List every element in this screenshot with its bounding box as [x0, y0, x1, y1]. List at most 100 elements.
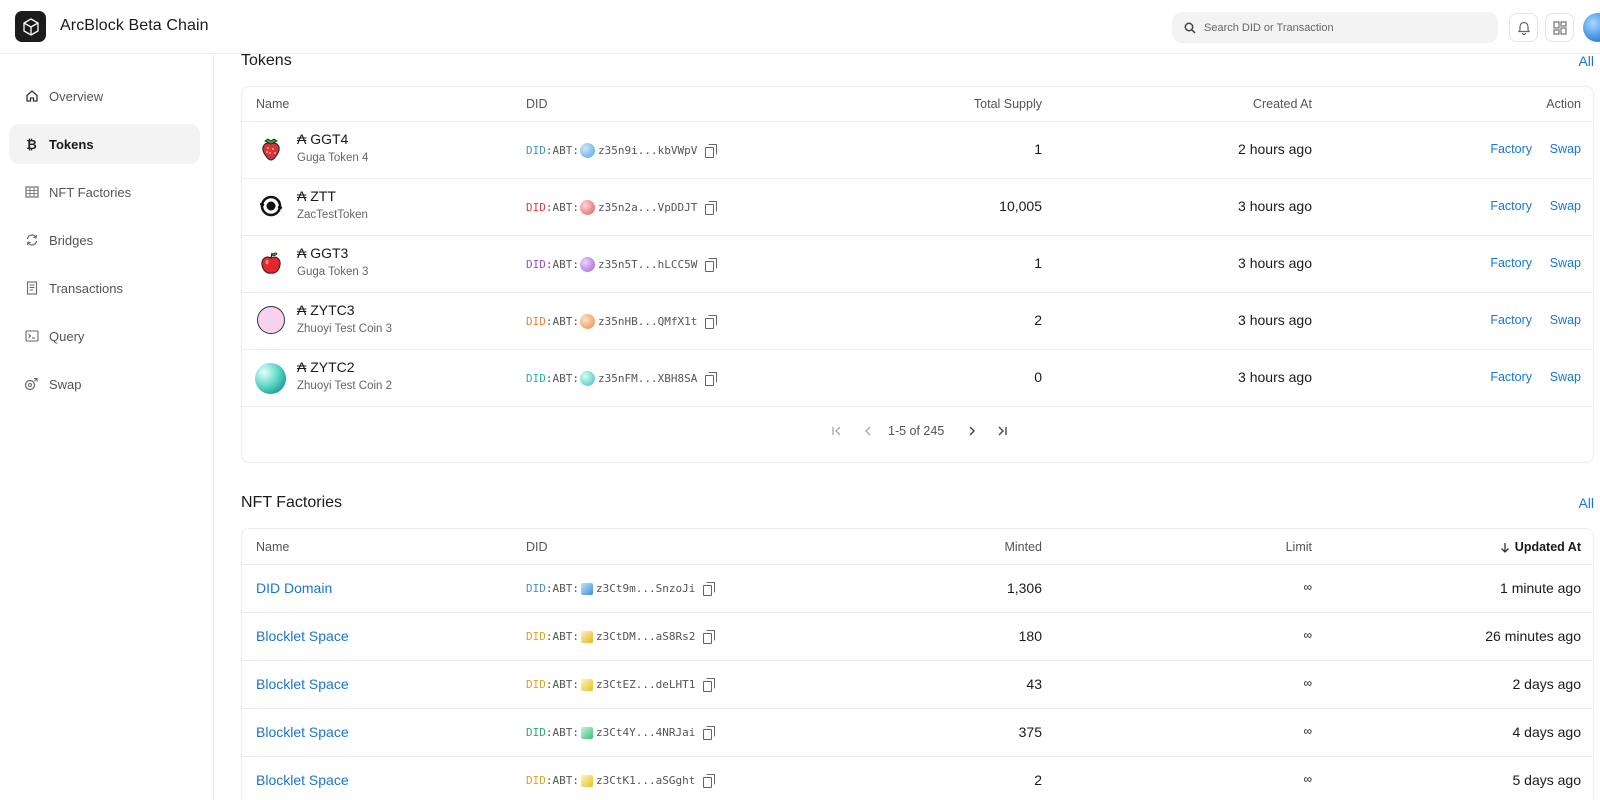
sidebar-item-overview[interactable]: Overview [9, 76, 200, 116]
copy-icon[interactable] [703, 725, 716, 740]
sidebar-item-nft-factories[interactable]: NFT Factories [9, 172, 200, 212]
factory-link[interactable]: Factory [1490, 313, 1532, 327]
did-address[interactable]: DID:ABT: z35nHB...QMfX1t [526, 314, 718, 329]
sidebar-item-bridges[interactable]: Bridges [9, 220, 200, 260]
first-page-button[interactable] [828, 422, 846, 440]
token-symbol[interactable]: ₳ ZYTC2 [297, 359, 355, 375]
did-address[interactable]: DID:ABT: z3CtEZ...deLHT1 [526, 677, 716, 692]
copy-icon[interactable] [705, 200, 718, 215]
factory-link[interactable]: Factory [1490, 256, 1532, 270]
did-mid: :ABT: [545, 201, 579, 214]
swap-link[interactable]: Swap [1550, 199, 1581, 213]
token-symbol[interactable]: ₳ ZYTC3 [297, 302, 355, 318]
table-row: DID Domain DID:ABT: z3Ct9m...SnzoJi 1,306… [242, 565, 1593, 613]
table-header: Name DID Total Supply Created At Action [242, 87, 1593, 122]
minted-count: 375 [1018, 724, 1042, 740]
cube-logo-icon [22, 17, 39, 36]
swap-link[interactable]: Swap [1550, 142, 1581, 156]
search-input[interactable] [1204, 21, 1484, 34]
column-header-did: DID [526, 540, 548, 554]
sidebar: Overview ₿ Tokens NFT Factories Bridges … [0, 54, 214, 800]
next-page-button[interactable] [963, 422, 981, 440]
dashboard-icon [1552, 20, 1567, 35]
copy-icon[interactable] [703, 581, 716, 596]
nft-factories-section-title: NFT Factories [241, 494, 343, 511]
factory-link[interactable]: Factory [1490, 142, 1532, 156]
token-symbol[interactable]: ₳ GGT3 [297, 245, 348, 261]
did-address[interactable]: DID:ABT: z3CtDM...aS8Rs2 [526, 629, 716, 644]
copy-icon[interactable] [705, 257, 718, 272]
token-name: Zhuoyi Test Coin 3 [297, 323, 393, 335]
total-supply: 0 [1034, 369, 1042, 385]
updated-at: 4 days ago [1512, 724, 1582, 740]
swap-link[interactable]: Swap [1550, 313, 1581, 327]
minted-count: 43 [1026, 676, 1042, 692]
copy-icon[interactable] [703, 773, 716, 788]
pink-circle-token-logo [257, 306, 285, 334]
token-symbol[interactable]: ₳ GGT4 [297, 131, 348, 147]
sidebar-item-transactions[interactable]: Transactions [9, 268, 200, 308]
limit-value: ∞ [1303, 676, 1312, 690]
user-avatar[interactable] [1583, 13, 1600, 42]
column-header-updated-at[interactable]: Updated At [1500, 540, 1581, 554]
did-address[interactable]: DID:ABT: z35n2a...VpDDJT [526, 200, 718, 215]
pagination-range: 1-5 of 245 [888, 424, 945, 438]
total-supply: 1 [1034, 255, 1042, 271]
did-value: z35n9i...kbVWpV [598, 144, 698, 157]
did-address[interactable]: DID:ABT: z3CtK1...aSGght [526, 773, 716, 788]
factory-name-link[interactable]: DID Domain [256, 580, 332, 596]
terminal-icon [24, 329, 39, 344]
did-mid: :ABT: [545, 582, 579, 595]
column-header-minted: Minted [1004, 540, 1042, 554]
did-address[interactable]: DID:ABT: z3Ct4Y...4NRJai [526, 725, 716, 740]
limit-value: ∞ [1303, 580, 1312, 594]
sidebar-item-label: Bridges [49, 232, 94, 248]
did-address[interactable]: DID:ABT: z35nFM...XBH8SA [526, 371, 718, 386]
tokens-all-link[interactable]: All [1578, 53, 1594, 69]
did-address[interactable]: DID:ABT: z35n5T...hLCC5W [526, 257, 718, 272]
did-address[interactable]: DID:ABT: z35n9i...kbVWpV [526, 143, 718, 158]
last-page-button[interactable] [993, 422, 1011, 440]
did-avatar-icon [580, 314, 595, 329]
did-value: z35n5T...hLCC5W [598, 258, 698, 271]
tokens-section-title: Tokens [241, 52, 292, 69]
app-title: ArcBlock Beta Chain [60, 17, 209, 34]
notifications-button[interactable] [1509, 13, 1538, 42]
column-header-updated-at-label: Updated At [1514, 540, 1581, 554]
copy-icon[interactable] [703, 629, 716, 644]
previous-page-button[interactable] [859, 422, 877, 440]
home-icon [24, 89, 39, 104]
arcblock-logo[interactable] [15, 11, 46, 42]
table-row: Blocklet Space DID:ABT: z3CtEZ...deLHT1 4… [242, 661, 1593, 709]
did-mid: :ABT: [545, 315, 579, 328]
token-name: ZacTestToken [297, 209, 368, 221]
copy-icon[interactable] [705, 314, 718, 329]
search-bar[interactable] [1172, 12, 1498, 43]
factory-name-link[interactable]: Blocklet Space [256, 628, 349, 644]
swap-link[interactable]: Swap [1550, 370, 1581, 384]
token-symbol[interactable]: ₳ ZTT [297, 188, 336, 204]
created-at: 2 hours ago [1238, 141, 1312, 157]
factory-link[interactable]: Factory [1490, 370, 1532, 384]
sidebar-item-query[interactable]: Query [9, 316, 200, 356]
did-address[interactable]: DID:ABT: z3Ct9m...SnzoJi [526, 581, 716, 596]
copy-icon[interactable] [705, 371, 718, 386]
factory-name-link[interactable]: Blocklet Space [256, 772, 349, 788]
copy-icon[interactable] [703, 677, 716, 692]
sidebar-item-label: NFT Factories [49, 184, 132, 200]
apps-button[interactable] [1545, 13, 1574, 42]
did-mid: :ABT: [545, 774, 579, 787]
sidebar-item-swap[interactable]: Swap [9, 364, 200, 404]
copy-icon[interactable] [705, 143, 718, 158]
factory-name-link[interactable]: Blocklet Space [256, 676, 349, 692]
refresh-icon [24, 233, 39, 248]
sidebar-item-tokens[interactable]: ₿ Tokens [9, 124, 200, 164]
table-row: ₳ ZYTC3 Zhuoyi Test Coin 3 DID:ABT: z35nH… [242, 293, 1593, 350]
factory-name-link[interactable]: Blocklet Space [256, 724, 349, 740]
nft-factories-all-link[interactable]: All [1578, 495, 1594, 511]
did-prefix: DID [526, 315, 546, 328]
updated-at: 26 minutes ago [1485, 628, 1581, 644]
factory-link[interactable]: Factory [1490, 199, 1532, 213]
total-supply: 2 [1034, 312, 1042, 328]
swap-link[interactable]: Swap [1550, 256, 1581, 270]
